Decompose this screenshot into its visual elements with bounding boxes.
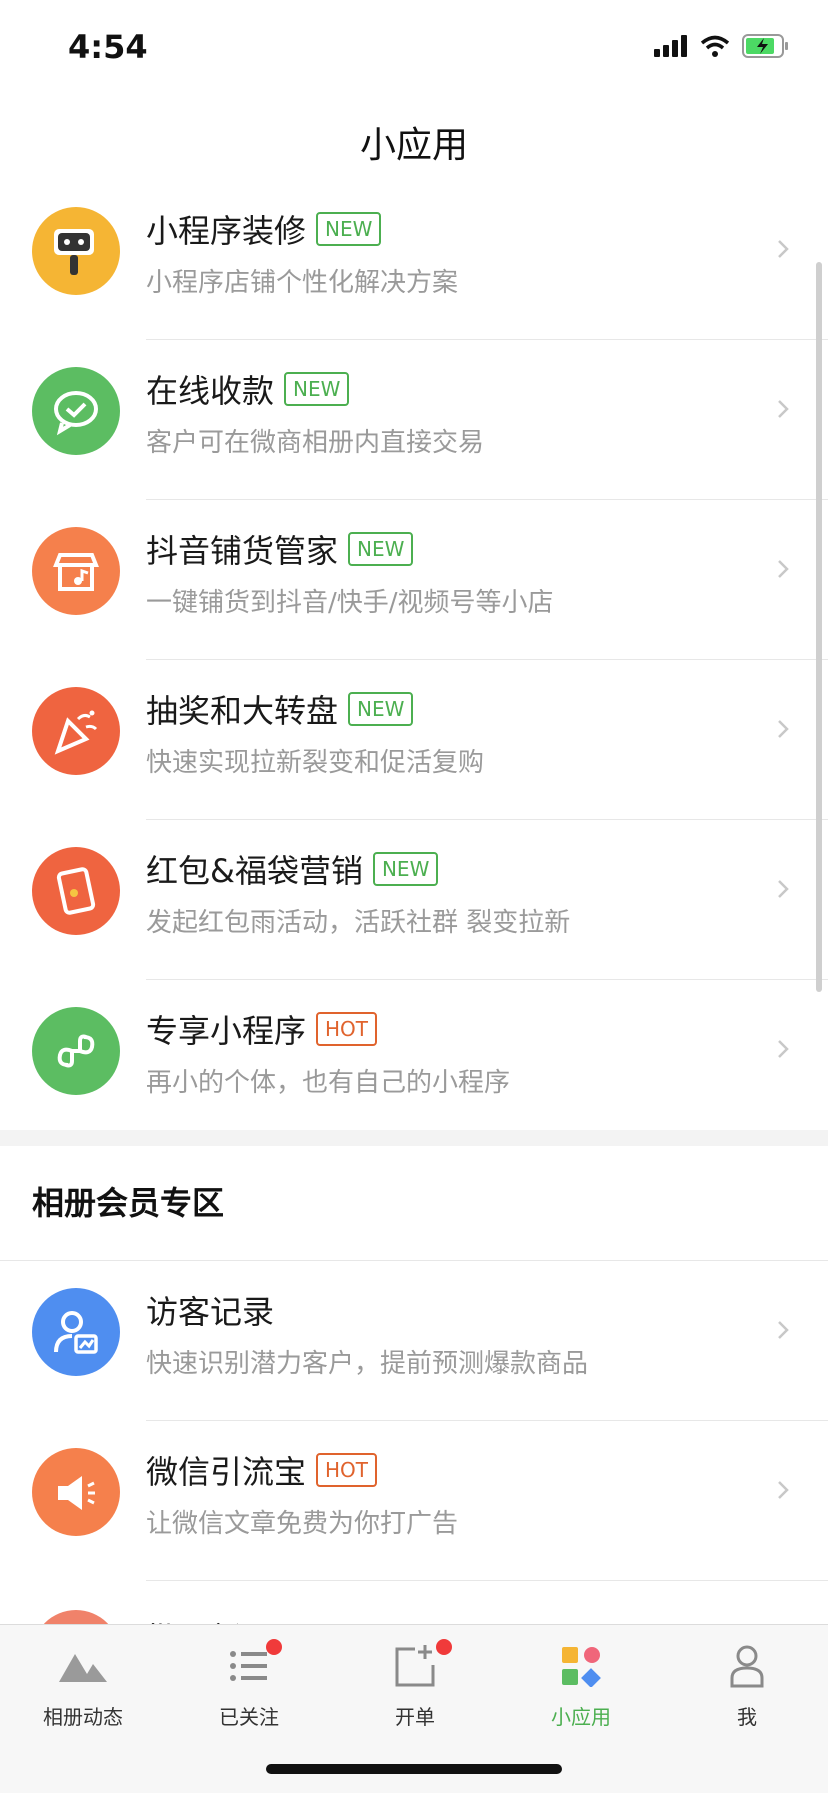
new-badge: NEW xyxy=(348,692,414,726)
status-time: 4:54 xyxy=(68,28,148,66)
chevron-right-icon xyxy=(778,880,789,898)
red-envelope-icon xyxy=(56,867,96,915)
hot-badge: HOT xyxy=(316,1453,378,1487)
app-item[interactable]: 小程序装修 NEW 小程序店铺个性化解决方案 xyxy=(0,180,828,340)
app-name-row: 专享小程序 HOT xyxy=(146,1006,378,1052)
chevron-right-icon xyxy=(778,400,789,418)
mini-program-icon xyxy=(57,1034,95,1068)
chevron-right-icon xyxy=(778,560,789,578)
shop-music-icon xyxy=(53,553,99,591)
tab-label: 我 xyxy=(737,1705,757,1729)
party-popper-icon xyxy=(54,710,98,755)
status-bar: 4:54 xyxy=(0,0,828,100)
apps-icon xyxy=(562,1647,601,1687)
app-name: 在线收款 xyxy=(146,372,275,410)
app-name-row: 在线收款 NEW xyxy=(146,366,350,412)
app-item[interactable]: 访客记录 快速识别潜力客户，提前预测爆款商品 xyxy=(0,1261,828,1421)
app-description: 再小的个体，也有自己的小程序 xyxy=(146,1068,511,1098)
divider xyxy=(146,1580,828,1581)
section-title: 相册会员专区 xyxy=(32,1184,225,1222)
app-name: 微信引流宝 xyxy=(146,1453,307,1491)
app-name-row: 小程序装修 NEW xyxy=(146,206,382,252)
chevron-right-icon xyxy=(778,1481,789,1499)
battery-icon xyxy=(742,34,788,58)
tab-album-feed[interactable]: 相册动态 xyxy=(0,1637,166,1737)
app-item[interactable]: 在线收款 NEW 客户可在微商相册内直接交易 xyxy=(0,340,828,500)
app-name: 抽奖和大转盘 xyxy=(146,692,339,730)
notification-dot xyxy=(266,1639,282,1655)
app-name: 访客记录 xyxy=(146,1293,275,1331)
app-item[interactable]: 微信引流宝 HOT 让微信文章免费为你打广告 xyxy=(0,1421,828,1581)
wifi-icon xyxy=(700,35,730,57)
app-description: 客户可在微商相册内直接交易 xyxy=(146,428,485,458)
chevron-right-icon xyxy=(778,240,789,258)
app-description: 一键铺货到抖音/快手/视频号等小店 xyxy=(146,588,554,618)
tab-following[interactable]: 已关注 xyxy=(166,1637,332,1737)
app-name: 红包&福袋营销 xyxy=(146,852,363,890)
app-avatar xyxy=(32,527,120,615)
app-avatar xyxy=(32,1288,120,1376)
chat-check-icon xyxy=(54,391,98,436)
chevron-right-icon xyxy=(778,1321,789,1339)
app-description: 让微信文章免费为你打广告 xyxy=(146,1509,459,1539)
scrollbar[interactable] xyxy=(816,262,822,992)
app-name: 小程序装修 xyxy=(146,212,307,250)
app-list: 小程序装修 NEW 小程序店铺个性化解决方案 在线收款 NEW 客户可在微商相册… xyxy=(0,180,828,1140)
app-name: 专享小程序 xyxy=(146,1012,307,1050)
app-name-row: 红包&福袋营销 NEW xyxy=(146,846,439,892)
new-badge: NEW xyxy=(372,852,439,886)
app-name: 抖音铺货管家 xyxy=(146,532,339,570)
app-item[interactable]: 抖音铺货管家 NEW 一键铺货到抖音/快手/视频号等小店 xyxy=(0,500,828,660)
hot-badge: HOT xyxy=(316,1012,378,1046)
new-order-icon xyxy=(395,1645,435,1687)
app-avatar xyxy=(32,1007,120,1095)
notification-dot xyxy=(436,1639,452,1655)
tab-label: 小应用 xyxy=(551,1705,611,1729)
member-app-list: 访客记录 快速识别潜力客户，提前预测爆款商品 微信引流宝 HOT 让微信文章免费… xyxy=(0,1261,828,1581)
home-indicator[interactable] xyxy=(266,1764,562,1774)
app-avatar xyxy=(32,847,120,935)
app-name-row: 抽奖和大转盘 NEW xyxy=(146,686,414,732)
app-name-row: 抖音铺货管家 NEW xyxy=(146,526,414,572)
chevron-right-icon xyxy=(778,720,789,738)
app-avatar xyxy=(32,207,120,295)
visitor-chart-icon xyxy=(54,1311,98,1354)
user-icon xyxy=(730,1645,764,1688)
new-badge: NEW xyxy=(316,212,382,246)
app-avatar xyxy=(32,367,120,455)
page-title: 小应用 xyxy=(359,125,468,166)
tab-new-order[interactable]: 开单 xyxy=(332,1637,498,1737)
app-description: 发起红包雨活动，活跃社群 裂变拉新 xyxy=(146,908,571,938)
tab-label: 相册动态 xyxy=(43,1705,123,1729)
status-icons xyxy=(654,34,790,58)
tab-me[interactable]: 我 xyxy=(664,1637,828,1737)
app-item[interactable]: 专享小程序 HOT 再小的个体，也有自己的小程序 xyxy=(0,980,828,1140)
robot-icon xyxy=(54,229,94,275)
app-item[interactable]: 抽奖和大转盘 NEW 快速实现拉新裂变和促活复购 xyxy=(0,660,828,820)
new-badge: NEW xyxy=(284,372,350,406)
section-divider xyxy=(0,1130,828,1146)
app-name-row: 微信引流宝 HOT xyxy=(146,1447,378,1493)
chevron-right-icon xyxy=(778,1040,789,1058)
app-item[interactable]: 红包&福袋营销 NEW 发起红包雨活动，活跃社群 裂变拉新 xyxy=(0,820,828,980)
mountain-icon xyxy=(59,1654,107,1682)
signal-icon xyxy=(654,35,687,57)
app-name-row: 访客记录 xyxy=(146,1287,274,1333)
list-icon xyxy=(230,1651,267,1681)
new-badge: NEW xyxy=(348,532,414,566)
tab-label: 开单 xyxy=(395,1705,435,1729)
app-description: 小程序店铺个性化解决方案 xyxy=(146,268,459,298)
app-avatar xyxy=(32,687,120,775)
tab-label: 已关注 xyxy=(219,1705,279,1729)
tab-mini-apps[interactable]: 小应用 xyxy=(498,1637,664,1737)
megaphone-icon xyxy=(58,1476,95,1510)
app-description: 快速识别潜力客户，提前预测爆款商品 xyxy=(146,1349,589,1379)
app-description: 快速实现拉新裂变和促活复购 xyxy=(146,748,485,778)
app-avatar xyxy=(32,1448,120,1536)
